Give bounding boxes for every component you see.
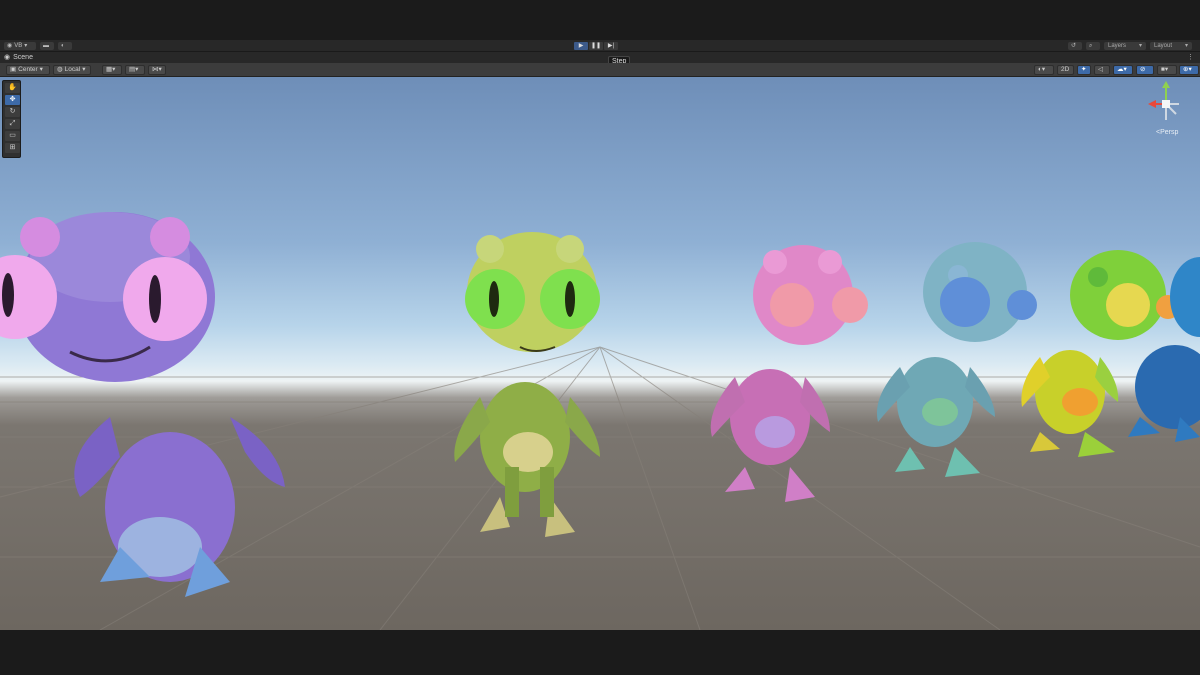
account-dropdown[interactable]: ◉ VB ▾: [4, 42, 36, 50]
pause-button[interactable]: ❚❚: [589, 42, 603, 50]
tab-scene-label: Scene: [13, 54, 33, 61]
lightbulb-icon: ✦: [1081, 66, 1087, 73]
main-toolbar: ◉ VB ▾ ▬ ◐ ▶ ❚❚ ▶| ↺ ⌕ Layers ▾ Layout ▾: [0, 40, 1200, 52]
hand-icon: ✋: [8, 84, 17, 91]
mode-2d-label: 2D: [1061, 66, 1070, 73]
globe-icon: ◍: [57, 66, 63, 73]
scene-toolbar: ▣ Center ▾ ◍ Local ▾ ▦▾ ▤▾ ⋈▾ ◐▾ 2D ✦ ◁ …: [0, 63, 1200, 77]
grid-icon: ▦▾: [106, 66, 116, 73]
chevron-down-icon: ▾: [82, 66, 86, 73]
gizmos-icon: ⊕▾: [1183, 66, 1192, 73]
step-button[interactable]: ▶|: [604, 42, 618, 50]
pivot-dropdown[interactable]: ▣ Center ▾: [6, 65, 50, 75]
chevron-down-icon: ▾: [1184, 43, 1188, 49]
scene-viewport[interactable]: <Persp: [0, 77, 1200, 630]
collab-icon: ◐: [61, 43, 65, 49]
grid-snap-button[interactable]: ▦▾: [102, 65, 122, 75]
layers-label: Layers: [1108, 43, 1127, 49]
hand-tool[interactable]: ✋: [5, 83, 20, 93]
tool-palette: ✋ ✥ ↻ ⤢ ▭ ⊞: [2, 80, 21, 158]
increment-snap-button[interactable]: ⋈▾: [148, 65, 166, 75]
chevron-down-icon: ▾: [24, 43, 28, 49]
history-button[interactable]: ↺: [1068, 42, 1082, 50]
mode-2d-button[interactable]: 2D: [1057, 65, 1074, 75]
layers-dropdown[interactable]: Layers ▾: [1104, 42, 1146, 50]
space-label: Local: [64, 66, 81, 73]
projection-label[interactable]: <Persp: [1156, 129, 1178, 136]
cloud-button[interactable]: ▬: [40, 42, 54, 50]
tab-scene[interactable]: ◉ Scene: [4, 53, 33, 62]
effects-toggle[interactable]: ☁▾: [1113, 65, 1133, 75]
letterbox-top: [0, 0, 1200, 40]
audio-toggle[interactable]: ◁: [1094, 65, 1110, 75]
camera-icon: ■▾: [1161, 66, 1169, 73]
scene-tab-bar: ◉ Scene: [0, 52, 1200, 63]
alien-teal[interactable]: [876, 242, 1037, 477]
chevron-down-icon: ▾: [1138, 43, 1142, 49]
rotate-icon: ↻: [9, 108, 16, 115]
alien-purple[interactable]: [0, 212, 285, 597]
chevron-down-icon: ▾: [39, 66, 43, 73]
transform-tool[interactable]: ⊞: [5, 143, 20, 153]
snap-icon: ▤▾: [129, 66, 139, 73]
gizmos-button[interactable]: ⊕▾: [1179, 65, 1199, 75]
history-icon: ↺: [1071, 43, 1077, 49]
effects-icon: ☁▾: [1117, 66, 1127, 73]
play-button[interactable]: ▶: [574, 42, 588, 50]
magnet-icon: ⋈▾: [152, 66, 162, 73]
scene-icon: ◉: [4, 54, 11, 61]
rotate-tool[interactable]: ↻: [5, 107, 20, 117]
letterbox-bottom: [0, 630, 1200, 675]
hidden-objects-toggle[interactable]: ⊘: [1136, 65, 1154, 75]
alien-green[interactable]: [454, 232, 600, 537]
pivot-label: Center: [18, 66, 38, 73]
space-dropdown[interactable]: ◍ Local ▾: [53, 65, 91, 75]
snap-increment-button[interactable]: ▤▾: [125, 65, 145, 75]
alien-pink[interactable]: [710, 245, 868, 502]
pivot-icon: ▣: [10, 66, 17, 73]
collab-button[interactable]: ◐: [58, 42, 72, 50]
orientation-gizmo[interactable]: [1146, 80, 1186, 128]
account-label: VB: [14, 43, 23, 49]
eye-off-icon: ⊘: [1140, 66, 1146, 73]
layout-label: Layout: [1154, 43, 1173, 49]
audio-icon: ◁: [1098, 66, 1103, 73]
camera-button[interactable]: ■▾: [1157, 65, 1177, 75]
move-icon: ✥: [9, 96, 16, 103]
shading-icon: ◐▾: [1038, 66, 1046, 73]
more-options-icon[interactable]: ⋮: [1187, 53, 1194, 61]
rect-icon: ▭: [9, 132, 16, 139]
lighting-toggle[interactable]: ✦: [1077, 65, 1091, 75]
rect-tool[interactable]: ▭: [5, 131, 20, 141]
cloud-icon: ▬: [43, 43, 49, 49]
step-icon: ▶|: [607, 43, 615, 49]
search-icon: ⌕: [1089, 43, 1093, 49]
search-button[interactable]: ⌕: [1086, 42, 1100, 50]
layout-dropdown[interactable]: Layout ▾: [1150, 42, 1192, 50]
move-tool[interactable]: ✥: [5, 95, 20, 105]
transform-icon: ⊞: [9, 144, 16, 151]
shading-mode-button[interactable]: ◐▾: [1034, 65, 1054, 75]
scene-render: [0, 212, 1200, 630]
play-controls: ▶ ❚❚ ▶|: [574, 42, 618, 50]
account-icon: ◉: [7, 43, 13, 49]
pause-icon: ❚❚: [590, 43, 602, 49]
play-icon: ▶: [578, 43, 584, 49]
scale-icon: ⤢: [9, 120, 16, 127]
scale-tool[interactable]: ⤢: [5, 119, 20, 129]
